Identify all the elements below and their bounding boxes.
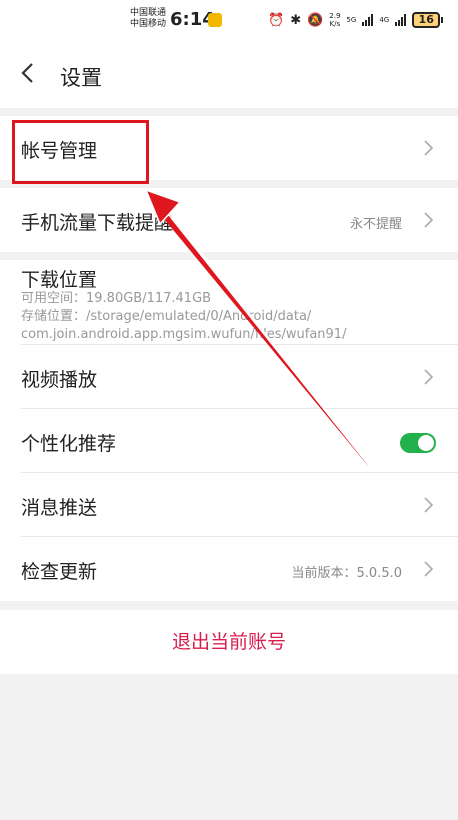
toggle-knob: [418, 435, 434, 451]
logout-label: 退出当前账号: [171, 631, 286, 653]
signal-icon: [362, 14, 374, 26]
alarm-icon: ⏰: [268, 12, 285, 28]
chevron-right-icon: [424, 212, 434, 228]
carrier-2: 中国移动: [130, 19, 167, 29]
carrier-1: 中国联通: [130, 8, 167, 18]
chevron-right-icon: [424, 497, 434, 513]
logout-button[interactable]: 退出当前账号: [0, 610, 458, 674]
back-button[interactable]: [14, 60, 40, 86]
chevron-left-icon: [21, 63, 33, 83]
settings-item-value: 永不提醒: [349, 217, 402, 232]
settings-item-personalized: 个性化推荐: [0, 409, 458, 473]
chevron-right-icon: [424, 369, 434, 385]
settings-item-video[interactable]: 视频播放: [0, 345, 458, 409]
annotation-highlight-box: [12, 120, 149, 184]
app-notification-icon: [208, 13, 222, 27]
storage-path-text: com.join.android.app.mgsim.wufun/files/w…: [21, 327, 347, 342]
signal-5g-label: 5G: [346, 16, 357, 24]
chevron-right-icon: [424, 140, 434, 156]
signal-icon: [395, 14, 407, 26]
settings-item-label: 消息推送: [21, 497, 98, 519]
settings-item-label: 个性化推荐: [21, 433, 117, 455]
settings-item-label: 手机流量下载提醒: [21, 212, 174, 234]
carrier-info: 中国联通 中国移动: [130, 8, 166, 30]
storage-path-text: 存储位置：/storage/emulated/0/Android/data/: [21, 309, 312, 324]
chevron-right-icon: [424, 561, 434, 577]
page-title: 设置: [60, 66, 102, 90]
settings-item-update[interactable]: 检查更新 当前版本：5.0.5.0: [0, 537, 458, 601]
signal-4g-label: 4G: [379, 16, 390, 24]
mute-icon: 🔕: [307, 12, 324, 28]
status-bar: 中国联通 中国移动 6:14 ⏰ ✱ 🔕 2.9 K/s 5G 4G 16: [0, 0, 458, 40]
settings-item-mobile-data[interactable]: 手机流量下载提醒 永不提醒: [0, 188, 458, 252]
battery-level: 16: [412, 12, 441, 28]
net-speed: 2.9 K/s: [329, 12, 341, 28]
settings-item-download-location[interactable]: 下载位置 可用空间：19.80GB/117.41GB 存储位置：/storage…: [0, 260, 458, 345]
personalized-toggle[interactable]: [400, 433, 436, 453]
settings-item-label: 检查更新: [21, 561, 98, 583]
settings-item-push[interactable]: 消息推送: [0, 473, 458, 537]
bluetooth-icon: ✱: [290, 12, 302, 28]
status-icons: ⏰ ✱ 🔕 2.9 K/s 5G 4G 16: [268, 10, 444, 30]
storage-space-text: 可用空间：19.80GB/117.41GB: [21, 291, 212, 306]
header: 设置: [0, 40, 458, 108]
settings-item-label: 视频播放: [21, 369, 98, 391]
version-text: 当前版本：5.0.5.0: [291, 566, 402, 581]
battery-icon: 16: [412, 12, 444, 28]
settings-item-label: 下载位置: [21, 269, 98, 291]
